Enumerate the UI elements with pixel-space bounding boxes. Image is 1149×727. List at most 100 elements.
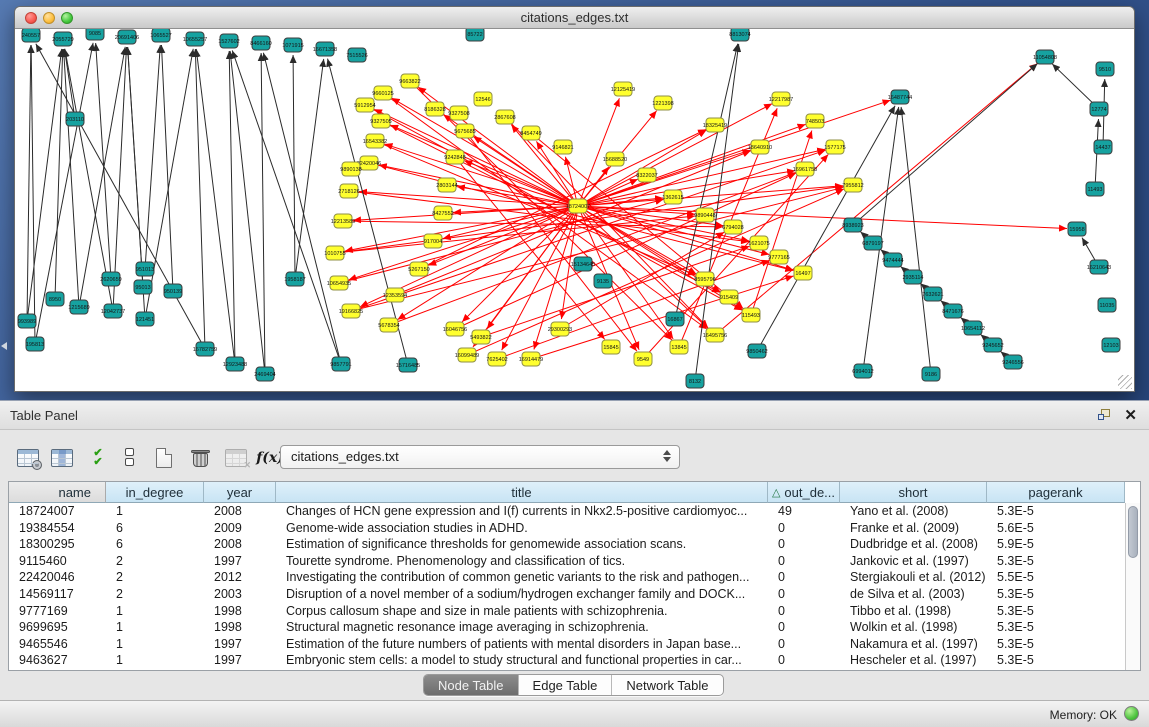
table-cell[interactable]: 14569117 [9,586,106,603]
column-header-pagerank[interactable]: pagerank [987,482,1125,503]
tab-edge-table[interactable]: Edge Table [519,675,613,695]
table-cell[interactable]: Yano et al. (2008) [840,503,987,520]
table-cell[interactable]: 0 [768,569,840,586]
table-cell[interactable]: Tourette syndrome. Phenomenology and cla… [276,553,768,570]
table-cell[interactable]: 1997 [204,553,276,570]
table-cell[interactable]: 6 [106,520,204,537]
table-cell[interactable]: Tibbo et al. (1998) [840,603,987,620]
table-cell[interactable]: 22420046 [9,569,106,586]
table-cell[interactable]: 18724007 [9,503,106,520]
table-cell[interactable]: 9777169 [9,603,106,620]
table-row[interactable]: 2242004622012Investigating the contribut… [9,569,1125,586]
table-cell[interactable]: 1 [106,503,204,520]
table-cell[interactable]: Investigating the contribution of common… [276,569,768,586]
table-cell[interactable]: Nakamura et al. (1997) [840,636,987,653]
window-titlebar[interactable]: citations_edges.txt [15,7,1134,29]
tab-network-table[interactable]: Network Table [612,675,722,695]
table-cell[interactable]: Corpus callosum shape and size in male p… [276,603,768,620]
table-cell[interactable]: 18300295 [9,536,106,553]
scrollbar-thumb[interactable] [1128,506,1138,558]
float-panel-icon[interactable] [1098,409,1113,423]
table-column-icon[interactable] [48,444,76,472]
table-cell[interactable]: Jankovic et al. (1997) [840,553,987,570]
table-cell[interactable]: 1997 [204,652,276,669]
select-rows-icon[interactable]: ✔✔ [84,444,112,472]
table-cell[interactable]: 5.3E-5 [987,636,1125,653]
close-panel-icon[interactable]: ✕ [1124,406,1137,424]
table-row[interactable]: 1938455462009Genome-wide association stu… [9,520,1125,537]
table-cell[interactable]: Franke et al. (2009) [840,520,987,537]
table-cell[interactable]: Changes of HCN gene expression and I(f) … [276,503,768,520]
table-settings-icon[interactable] [14,444,42,472]
table-cell[interactable]: 2 [106,586,204,603]
table-row[interactable]: 1872400712008Changes of HCN gene express… [9,503,1125,520]
table-cell[interactable]: 5.6E-5 [987,520,1125,537]
column-header-out-degree[interactable]: △out_de... [768,482,840,503]
table-cell[interactable]: 1 [106,652,204,669]
table-cell[interactable]: 1998 [204,619,276,636]
table-cell[interactable]: 5.3E-5 [987,652,1125,669]
resize-corner-icon[interactable] [1118,375,1132,389]
table-cell[interactable]: 0 [768,603,840,620]
table-cell[interactable]: 5.3E-5 [987,603,1125,620]
table-cell[interactable]: Embryonic stem cells: a model to study s… [276,652,768,669]
table-cell[interactable]: Dudbridge et al. (2008) [840,536,987,553]
column-header-name[interactable]: name [9,482,106,503]
table-cell[interactable]: 2008 [204,503,276,520]
column-header-short[interactable]: short [840,482,987,503]
table-row[interactable]: 911546021997Tourette syndrome. Phenomeno… [9,553,1125,570]
table-cell[interactable]: 9463627 [9,652,106,669]
table-row[interactable]: 1456911722003Disruption of a novel membe… [9,586,1125,603]
table-row[interactable]: 1830029562008Estimation of significance … [9,536,1125,553]
table-cell[interactable]: Wolkin et al. (1998) [840,619,987,636]
table-cell[interactable]: 2009 [204,520,276,537]
table-cell[interactable]: 0 [768,520,840,537]
table-cell[interactable]: 5.3E-5 [987,503,1125,520]
table-cell[interactable]: 9465546 [9,636,106,653]
table-selector-dropdown[interactable]: citations_edges.txt [280,445,680,469]
delete-row-icon[interactable] [186,444,214,472]
table-cell[interactable]: 1997 [204,636,276,653]
table-cell[interactable]: 1 [106,603,204,620]
table-cell[interactable]: 1 [106,636,204,653]
table-cell[interactable]: 19384554 [9,520,106,537]
table-cell[interactable]: de Silva et al. (2003) [840,586,987,603]
table-cell[interactable]: Estimation of the future numbers of pati… [276,636,768,653]
table-cell[interactable]: Hescheler et al. (1997) [840,652,987,669]
table-cell[interactable]: Estimation of significance thresholds fo… [276,536,768,553]
table-cell[interactable]: 0 [768,652,840,669]
table-cell[interactable]: Structural magnetic resonance image aver… [276,619,768,636]
table-row[interactable]: 946554611997Estimation of the future num… [9,636,1125,653]
table-cell[interactable]: 0 [768,536,840,553]
merge-rows-icon[interactable] [116,444,144,472]
table-cell[interactable]: 0 [768,586,840,603]
table-row[interactable]: 946362711997Embryonic stem cells: a mode… [9,652,1125,669]
collapsed-panel-arrow-icon[interactable] [1,342,7,350]
table-cell[interactable]: 0 [768,636,840,653]
table-cell[interactable]: 5.9E-5 [987,536,1125,553]
table-cell[interactable]: 2 [106,553,204,570]
table-cell[interactable]: 5.3E-5 [987,553,1125,570]
table-cell[interactable]: 6 [106,536,204,553]
table-cell[interactable]: Genome-wide association studies in ADHD. [276,520,768,537]
table-cell[interactable]: 0 [768,553,840,570]
table-cell[interactable]: 49 [768,503,840,520]
table-cell[interactable]: 5.3E-5 [987,586,1125,603]
table-cell[interactable]: 1 [106,619,204,636]
new-table-icon[interactable] [150,444,178,472]
column-header-year[interactable]: year [204,482,276,503]
tab-node-table[interactable]: Node Table [424,675,519,695]
table-row[interactable]: 977716911998Corpus callosum shape and si… [9,603,1125,620]
memory-status-indicator[interactable] [1124,706,1139,721]
table-cell[interactable]: 0 [768,619,840,636]
table-cell[interactable]: 5.5E-5 [987,569,1125,586]
table-cell[interactable]: 5.3E-5 [987,619,1125,636]
table-cell[interactable]: 9115460 [9,553,106,570]
table-cell[interactable]: 9699695 [9,619,106,636]
table-cell[interactable]: Disruption of a novel member of a sodium… [276,586,768,603]
table-row[interactable]: 969969511998Structural magnetic resonanc… [9,619,1125,636]
table-cell[interactable]: 2003 [204,586,276,603]
table-cell[interactable]: Stergiakouli et al. (2012) [840,569,987,586]
table-scrollbar[interactable] [1125,503,1140,670]
table-cell[interactable]: 1998 [204,603,276,620]
